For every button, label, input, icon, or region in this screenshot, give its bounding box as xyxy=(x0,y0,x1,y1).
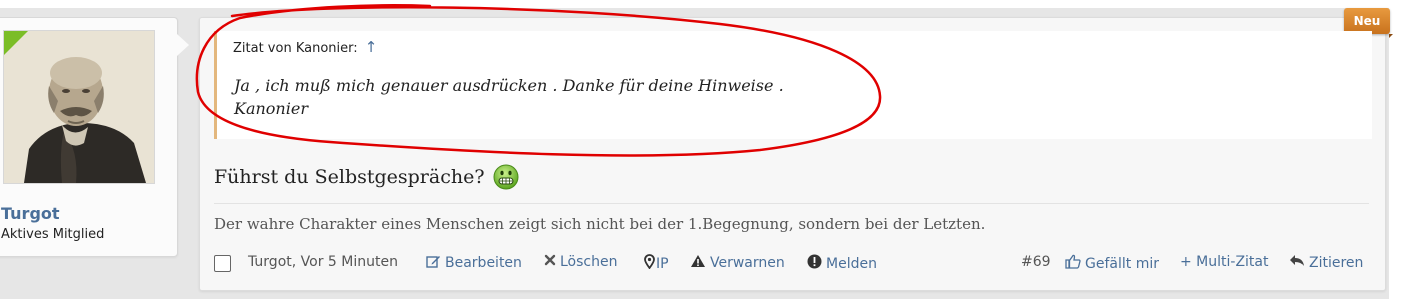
signature: Der wahre Charakter eines Menschen zeigt… xyxy=(214,215,986,233)
panel-arrow xyxy=(177,34,189,56)
reply-quote-button[interactable]: Zitieren xyxy=(1289,254,1363,271)
thumbs-up-icon xyxy=(1065,254,1081,273)
delete-button[interactable]: Löschen xyxy=(544,254,617,270)
multi-quote-button[interactable]: + Multi-Zitat xyxy=(1180,254,1269,270)
post-author-time[interactable]: Turgot, Vor 5 Minuten xyxy=(248,254,398,270)
like-button[interactable]: Gefällt mir xyxy=(1065,254,1159,273)
quote-jump-up-icon[interactable]: ↑ xyxy=(365,38,378,56)
warn-button[interactable]: Verwarnen xyxy=(690,254,785,272)
edit-label: Bearbeiten xyxy=(445,255,522,271)
reply-arrow-icon xyxy=(1289,254,1305,271)
quote-author-label: Zitat von Kanonier: xyxy=(233,41,358,56)
ip-label: IP xyxy=(656,255,669,272)
quote-line: Kanonier xyxy=(234,99,308,118)
signature-divider xyxy=(214,203,1369,204)
select-post-checkbox[interactable] xyxy=(214,255,231,272)
post-content: Führst du Selbstgespräche? xyxy=(214,164,519,190)
avatar[interactable] xyxy=(3,30,155,184)
like-label: Gefällt mir xyxy=(1085,255,1159,272)
ip-button[interactable]: IP xyxy=(644,254,669,273)
delete-label: Löschen xyxy=(560,254,618,270)
page-right-strip xyxy=(1389,0,1419,299)
edit-button[interactable]: Bearbeiten xyxy=(426,254,522,272)
map-marker-icon xyxy=(644,254,655,273)
select-post-checkbox-wrap xyxy=(214,254,231,272)
message-footer: Turgot, Vor 5 Minuten Bearbeiten Löschen… xyxy=(214,254,1370,274)
grin-smiley-icon xyxy=(493,164,519,190)
warning-triangle-icon xyxy=(690,254,706,272)
user-info-panel: Turgot Aktives Mitglied xyxy=(0,17,189,257)
quote-line: Ja , ich muß mich genauer ausdrücken . D… xyxy=(234,76,784,95)
quote-block: Zitat von Kanonier: ↑ Ja , ich muß mich … xyxy=(214,31,1372,139)
username-link[interactable]: Turgot xyxy=(1,204,60,223)
warn-label: Verwarnen xyxy=(710,255,785,271)
times-icon xyxy=(544,254,556,270)
post-text: Führst du Selbstgespräche? xyxy=(214,166,485,188)
online-status-indicator xyxy=(4,31,29,56)
user-title: Aktives Mitglied xyxy=(1,227,105,242)
page-top-strip xyxy=(0,0,1419,8)
quote-attribution: Zitat von Kanonier: ↑ xyxy=(233,38,377,56)
pencil-square-icon xyxy=(426,254,441,272)
report-label: Melden xyxy=(826,255,877,272)
exclamation-circle-icon xyxy=(807,254,822,273)
report-button[interactable]: Melden xyxy=(807,254,877,273)
quote-content: Ja , ich muß mich genauer ausdrücken . D… xyxy=(234,74,784,120)
reply-quote-label: Zitieren xyxy=(1309,254,1364,271)
post-number[interactable]: #69 xyxy=(1021,254,1051,270)
